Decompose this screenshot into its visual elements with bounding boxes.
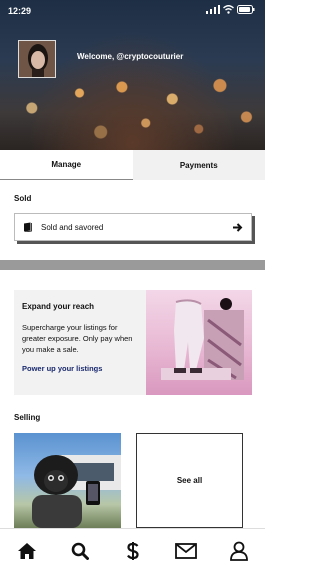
sold-section-title: Sold	[14, 194, 32, 203]
status-time: 12:29	[8, 6, 32, 16]
promo-body: Supercharge your listings for greater ex…	[22, 323, 133, 354]
section-divider	[0, 260, 265, 270]
tab-bar: Manage Payments	[0, 150, 265, 180]
bottom-nav	[0, 528, 265, 573]
book-icon	[24, 222, 32, 232]
avatar[interactable]	[18, 40, 56, 78]
wifi-icon	[223, 5, 234, 14]
nav-messages[interactable]	[172, 537, 200, 565]
nav-profile[interactable]	[225, 537, 253, 565]
search-icon	[71, 542, 89, 560]
sold-card-label: Sold and savored	[41, 222, 104, 232]
tab-payments[interactable]: Payments	[132, 150, 265, 180]
dollar-icon	[126, 542, 139, 560]
promo-title: Expand your reach	[22, 302, 95, 311]
status-icons	[206, 5, 255, 14]
welcome-text: Welcome, @cryptocouturier	[77, 52, 184, 61]
nav-payments[interactable]	[119, 537, 147, 565]
promo-card: Expand your reach Supercharge your listi…	[14, 290, 252, 395]
selling-section-title: Selling	[14, 413, 41, 422]
power-up-link[interactable]: Power up your listings	[22, 364, 102, 373]
mail-icon	[174, 543, 197, 559]
battery-icon	[237, 5, 255, 14]
home-icon	[17, 543, 36, 559]
selling-item-image[interactable]	[14, 433, 121, 528]
signal-icon	[206, 5, 220, 14]
sold-and-savored-button[interactable]: Sold and savored	[14, 213, 252, 241]
profile-header: 12:29 Welcome, @cryptocouturier	[0, 0, 265, 150]
arrow-right-icon	[233, 223, 243, 232]
tab-manage[interactable]: Manage	[0, 150, 133, 180]
nav-search[interactable]	[66, 537, 94, 565]
profile-icon	[229, 541, 248, 561]
see-all-button[interactable]: See all	[136, 433, 243, 528]
promo-image	[146, 290, 252, 395]
nav-home[interactable]	[13, 537, 41, 565]
status-bar: 12:29	[0, 0, 265, 20]
